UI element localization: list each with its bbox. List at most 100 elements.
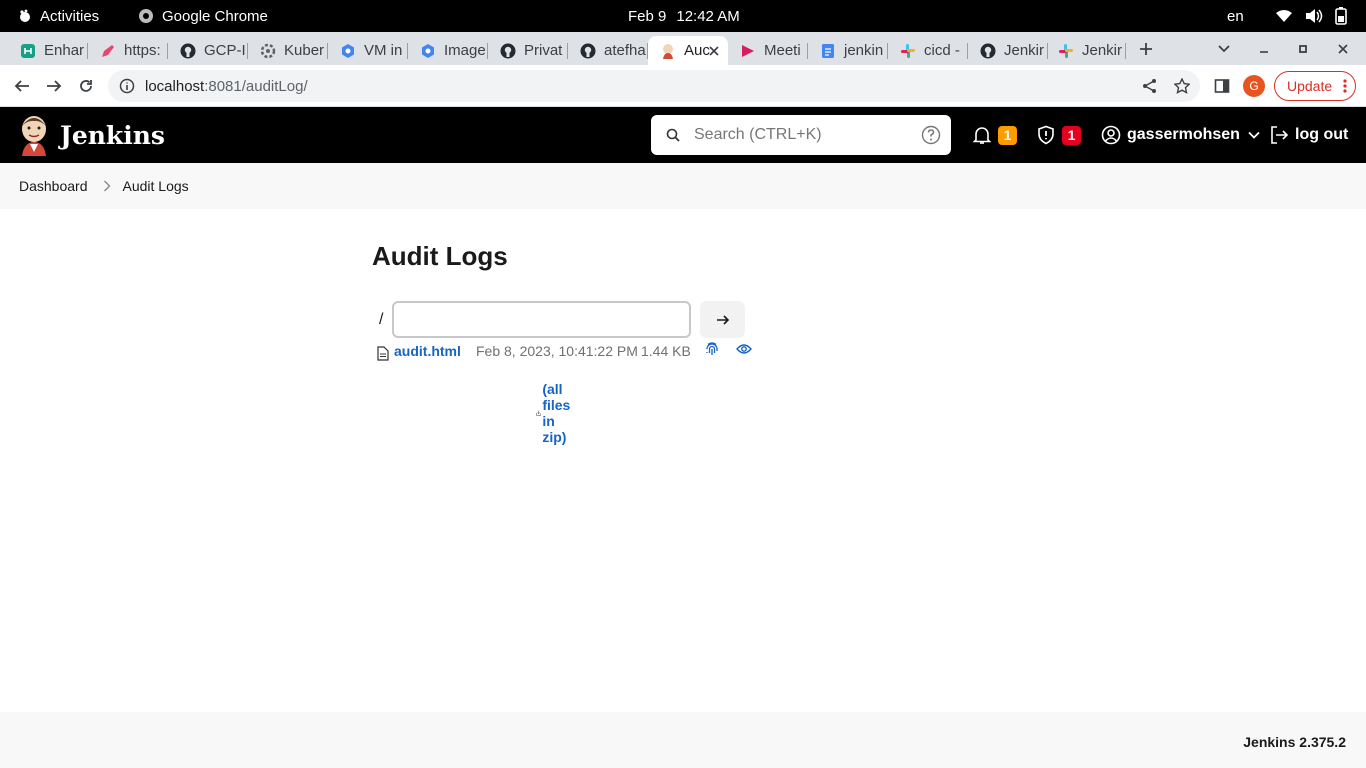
tab-title: VM in: [364, 42, 403, 59]
browser-tab[interactable]: Jenkir: [1046, 36, 1126, 65]
arrow-right-icon: [716, 314, 729, 325]
tab-title: Auc: [684, 42, 710, 59]
browser-tab[interactable]: GCP-I: [168, 36, 248, 65]
back-button[interactable]: [10, 74, 34, 98]
go-button[interactable]: [700, 301, 745, 338]
browser-tab[interactable]: https:: [88, 36, 168, 65]
avatar: G: [1243, 75, 1265, 97]
file-icon: [377, 346, 389, 361]
side-panel-button[interactable]: [1210, 74, 1234, 98]
file-row: audit.html Feb 8, 2023, 10:41:22 PM 1.44…: [372, 340, 772, 364]
play-icon: [740, 43, 756, 59]
github-icon: [980, 43, 996, 59]
path-row: /: [372, 301, 772, 341]
forward-button[interactable]: [42, 74, 66, 98]
minimize-icon: [1260, 50, 1268, 53]
app-menu[interactable]: Google Chrome: [138, 0, 268, 32]
tab-title: https:: [124, 42, 161, 59]
zip-label: (all files in zip): [542, 381, 571, 445]
help-icon[interactable]: [921, 125, 941, 145]
info-icon[interactable]: [119, 78, 135, 94]
close-tab-icon[interactable]: [708, 44, 720, 56]
tab-title: Meeti: [764, 42, 801, 59]
profile-button[interactable]: G: [1242, 74, 1266, 98]
side-panel-icon: [1214, 79, 1230, 93]
breadcrumb-audit-logs[interactable]: Audit Logs: [123, 178, 189, 194]
clock[interactable]: Feb 9 12:42 AM: [628, 0, 740, 32]
search-icon: [666, 128, 680, 142]
url-path: :8081/auditLog/: [204, 77, 308, 95]
jenkins-butler-icon: [22, 116, 46, 156]
share-icon[interactable]: [1142, 78, 1158, 94]
update-button[interactable]: Update: [1274, 71, 1356, 101]
browser-tab[interactable]: Meeti: [728, 36, 808, 65]
system-top-bar: Activities Google Chrome Feb 9 12:42 AM …: [0, 0, 1366, 32]
browser-tab[interactable]: Image: [408, 36, 488, 65]
battery-icon: [1335, 7, 1347, 25]
breadcrumb-dashboard[interactable]: Dashboard: [19, 178, 88, 194]
jenkins-icon: [660, 43, 676, 59]
jenkins-title[interactable]: Jenkins: [60, 121, 165, 150]
browser-tab[interactable]: jenkin: [808, 36, 888, 65]
tab-title: Jenkir: [1004, 42, 1045, 59]
activities-label: Activities: [40, 7, 100, 25]
tab-title: Privat: [524, 42, 563, 59]
bracket-icon: [20, 43, 36, 59]
bookmark-star-icon[interactable]: [1174, 78, 1190, 94]
docs-icon: [820, 43, 836, 59]
browser-tab[interactable]: Jenkir: [968, 36, 1048, 65]
pen-icon: [100, 43, 116, 59]
activities-button[interactable]: Activities: [18, 0, 99, 32]
breadcrumb: Dashboard Audit Logs: [0, 163, 1366, 209]
zip-download-link[interactable]: (all files in zip): [536, 381, 579, 445]
security-badge: 1: [1062, 125, 1081, 145]
reload-button[interactable]: [74, 74, 98, 98]
tab-title: Kuber: [284, 42, 325, 59]
browser-tab[interactable]: atefha: [568, 36, 648, 65]
github-icon: [180, 43, 196, 59]
tab-active[interactable]: Auc: [648, 36, 728, 65]
user-icon: [1101, 125, 1121, 145]
page-footer: Jenkins 2.375.2: [0, 712, 1366, 768]
address-bar[interactable]: localhost:8081/auditLog/: [108, 70, 1200, 102]
file-link[interactable]: audit.html: [394, 343, 461, 359]
tab-title: Enhar: [44, 42, 85, 59]
minimize-button[interactable]: [1252, 32, 1276, 65]
fingerprint-icon[interactable]: [705, 341, 719, 357]
browser-tab[interactable]: Privat: [488, 36, 568, 65]
notifications-button[interactable]: 1: [972, 107, 1017, 163]
jenkins-logo[interactable]: [18, 114, 50, 156]
new-tab-button[interactable]: [1134, 32, 1158, 65]
browser-tab[interactable]: VM in: [328, 36, 408, 65]
browser-tab[interactable]: Kuber: [248, 36, 328, 65]
security-button[interactable]: 1: [1036, 107, 1081, 163]
wifi-icon: [1276, 10, 1292, 22]
input-language[interactable]: en: [1227, 0, 1244, 32]
maximize-button[interactable]: [1291, 32, 1315, 65]
path-input[interactable]: [392, 301, 691, 338]
bell-icon: [972, 127, 992, 144]
search-input[interactable]: [694, 126, 914, 144]
username: gassermohsen: [1127, 126, 1240, 143]
system-tray[interactable]: [1275, 0, 1347, 32]
logout-button[interactable]: log out: [1269, 107, 1348, 163]
slack-icon: [1058, 43, 1074, 59]
tab-title: Jenkir: [1082, 42, 1123, 59]
maximize-icon: [1299, 44, 1307, 53]
tab-title: cicd -: [924, 42, 960, 59]
github-icon: [580, 43, 596, 59]
plus-icon: [1140, 42, 1152, 55]
tab-search-button[interactable]: [1212, 32, 1236, 65]
user-menu[interactable]: gassermohsen: [1101, 107, 1260, 163]
search-box[interactable]: [651, 115, 951, 155]
browser-tab[interactable]: Enhar: [8, 36, 88, 65]
chevron-right-icon: [103, 180, 110, 192]
close-window-button[interactable]: [1331, 32, 1355, 65]
slack-icon: [900, 43, 916, 59]
eye-icon[interactable]: [736, 343, 752, 355]
clock-date: Feb 9: [628, 7, 667, 25]
shield-icon: [1038, 125, 1054, 145]
browser-tab[interactable]: cicd -: [888, 36, 968, 65]
download-icon: [536, 410, 542, 416]
jenkins-version[interactable]: Jenkins 2.375.2: [1243, 734, 1346, 750]
